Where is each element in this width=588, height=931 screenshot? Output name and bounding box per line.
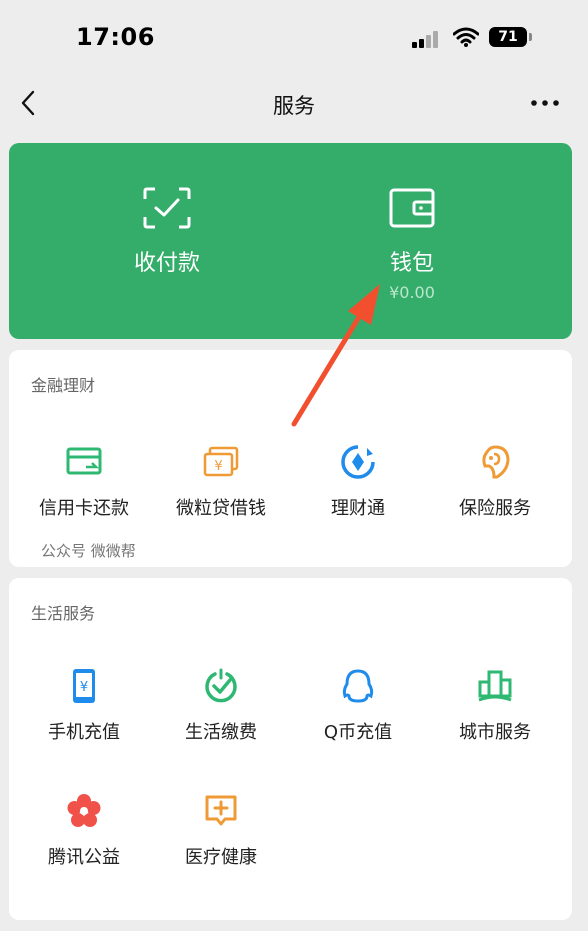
page-title: 服务: [273, 94, 315, 118]
finance-section: 金融理财 信用卡还款 ¥ 微粒贷借钱 理财通 保险服务 公众号 微微帮: [9, 350, 572, 567]
micro-loan-icon: ¥: [203, 446, 239, 477]
service-label: 腾讯公益: [48, 847, 120, 868]
service-label: 生活缴费: [185, 722, 257, 743]
medical-health-icon: [205, 795, 237, 826]
more-options-icon[interactable]: [528, 88, 562, 118]
medical-health-button[interactable]: 医疗健康: [146, 793, 296, 893]
credit-card-repay-icon: [66, 447, 102, 475]
section-title: 金融理财: [31, 376, 96, 395]
receive-pay-label: 收付款: [133, 251, 200, 276]
battery-cap: [529, 33, 532, 41]
city-service-icon: [478, 670, 512, 702]
status-time: 17:06: [76, 23, 155, 51]
utility-payment-icon: [205, 668, 237, 703]
insurance-icon: [482, 445, 510, 479]
provider-note: 公众号 微微帮: [41, 542, 136, 560]
charity-button[interactable]: 腾讯公益: [9, 793, 159, 893]
scan-check-icon: [143, 187, 191, 229]
section-title: 生活服务: [31, 604, 96, 623]
wifi-icon: [453, 27, 479, 47]
licaitong-icon: [341, 445, 375, 479]
battery-icon: 71: [489, 27, 527, 47]
utility-payment-button[interactable]: 生活缴费: [146, 668, 296, 768]
wallet-balance: ¥0.00: [389, 283, 435, 302]
life-services-section: 生活服务 ¥ 手机充值 生活缴费 Q币充值 城市服务 腾讯公益 医疗健康: [9, 578, 572, 920]
nav-bar: 服务: [0, 78, 588, 130]
micro-loan-button[interactable]: ¥ 微粒贷借钱: [146, 444, 296, 544]
charity-flower-icon: [67, 794, 101, 827]
service-label: Q币充值: [323, 722, 393, 743]
wallet-label: 钱包: [389, 251, 434, 276]
phone-recharge-button[interactable]: ¥ 手机充值: [9, 668, 159, 768]
status-bar: 17:06 71: [0, 0, 588, 78]
service-label: 理财通: [331, 498, 385, 519]
service-label: 保险服务: [459, 498, 531, 519]
phone-recharge-icon: ¥: [73, 669, 95, 703]
insurance-button[interactable]: 保险服务: [420, 444, 570, 544]
wallet-button[interactable]: 钱包 ¥0.00: [312, 143, 512, 339]
service-label: 微粒贷借钱: [176, 498, 266, 519]
qq-coin-button[interactable]: Q币充值: [283, 668, 433, 768]
svg-text:¥: ¥: [214, 459, 222, 474]
qq-coin-icon: [342, 669, 374, 703]
service-label: 城市服务: [459, 722, 531, 743]
wallet-icon: [389, 188, 435, 228]
service-label: 医疗健康: [185, 847, 257, 868]
payment-card: 收付款 钱包 ¥0.00: [9, 143, 572, 339]
receive-pay-button[interactable]: 收付款: [67, 143, 267, 339]
service-label: 信用卡还款: [39, 498, 129, 519]
cellular-signal-icon: [412, 30, 442, 48]
licaitong-button[interactable]: 理财通: [283, 444, 433, 544]
credit-card-repay-button[interactable]: 信用卡还款: [9, 444, 159, 544]
service-label: 手机充值: [48, 722, 120, 743]
city-service-button[interactable]: 城市服务: [420, 668, 570, 768]
svg-text:¥: ¥: [80, 680, 88, 695]
